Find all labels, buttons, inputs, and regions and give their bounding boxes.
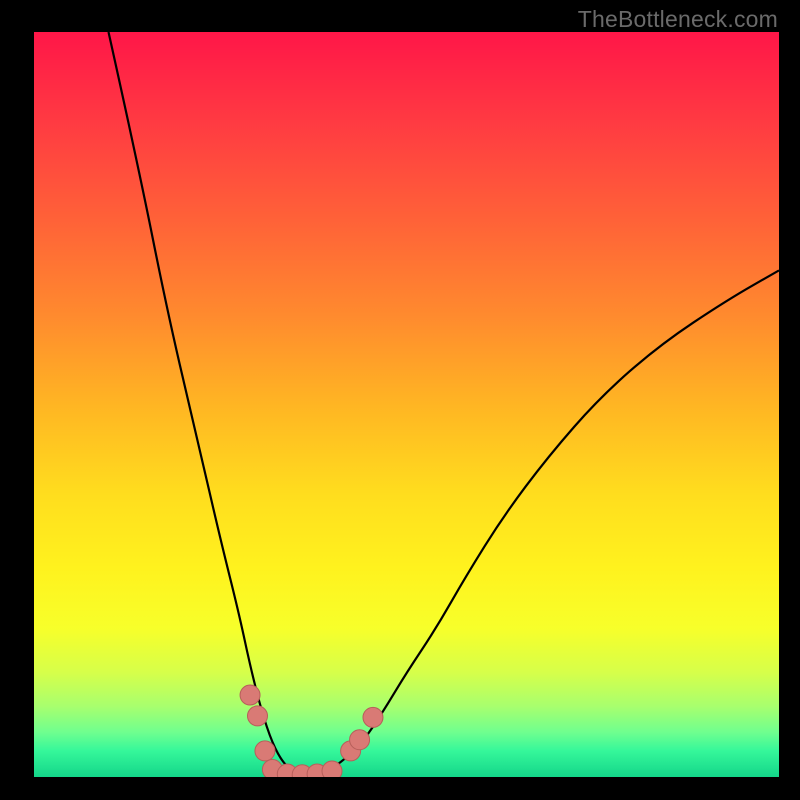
data-marker: [350, 730, 370, 750]
watermark-label: TheBottleneck.com: [578, 6, 778, 33]
chart-frame: TheBottleneck.com: [0, 0, 800, 800]
data-marker: [255, 741, 275, 761]
data-marker: [240, 685, 260, 705]
data-marker: [248, 706, 268, 726]
plot-area: [34, 32, 779, 777]
heatmap-background: [34, 32, 779, 777]
data-marker: [363, 707, 383, 727]
data-marker: [322, 761, 342, 777]
bottleneck-chart: [34, 32, 779, 777]
